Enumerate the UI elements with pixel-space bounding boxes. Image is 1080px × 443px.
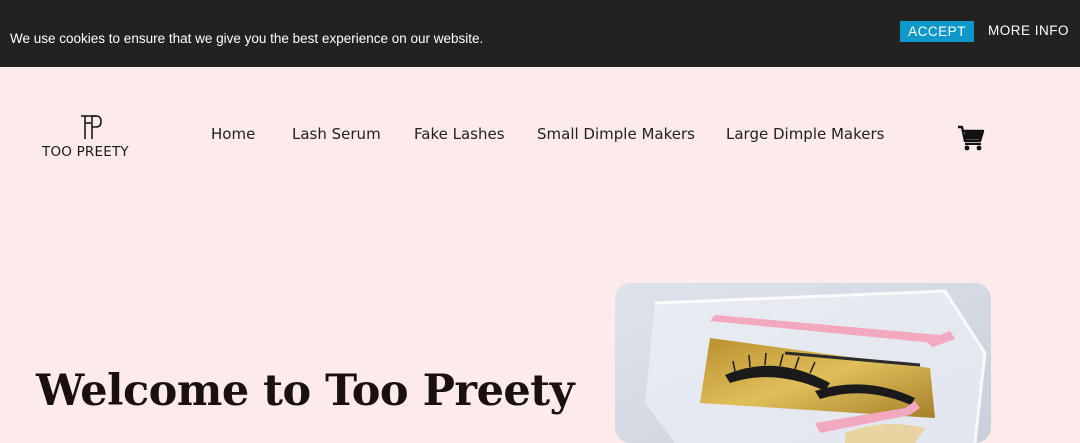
logo-monogram-icon [81, 115, 102, 139]
shopping-cart-icon[interactable] [957, 124, 985, 152]
hero-title: Welcome to Too Preety [36, 366, 575, 416]
nav-item-large-dimple-makers[interactable]: Large Dimple Makers [726, 125, 884, 143]
accept-cookies-button[interactable]: ACCEPT [900, 21, 974, 42]
cookie-message: We use cookies to ensure that we give yo… [10, 31, 484, 46]
nav-item-fake-lashes[interactable]: Fake Lashes [414, 125, 505, 143]
site-logo[interactable]: TOO PREETY [42, 114, 142, 164]
more-info-link[interactable]: MORE INFO [988, 23, 1069, 38]
site-header: TOO PREETY Home Lash Serum Fake Lashes S… [0, 67, 1080, 207]
nav-item-small-dimple-makers[interactable]: Small Dimple Makers [537, 125, 695, 143]
nav-item-home[interactable]: Home [211, 125, 255, 143]
lash-product-photo [615, 283, 991, 443]
nav-item-lash-serum[interactable]: Lash Serum [292, 125, 381, 143]
hero-product-image [615, 283, 991, 443]
logo-text: TOO PREETY [42, 144, 129, 160]
cookie-banner: We use cookies to ensure that we give yo… [0, 0, 1080, 67]
